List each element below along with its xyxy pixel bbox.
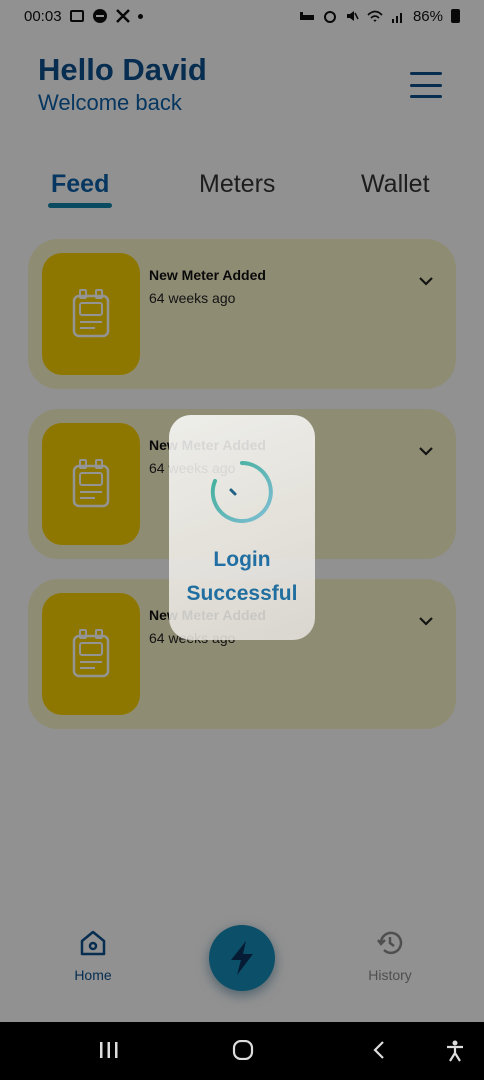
dialog-message: Login Successful — [169, 543, 315, 611]
login-success-dialog: Login Successful — [169, 415, 315, 640]
dialog-line-2: Successful — [186, 582, 298, 605]
loading-spinner-icon — [210, 461, 273, 523]
dialog-line-1: Login — [213, 548, 271, 571]
accessibility-icon[interactable] — [444, 1040, 466, 1062]
app-screen: 00:03 86% Hello David Welcome back Feed … — [0, 0, 484, 1022]
recent-apps-icon[interactable] — [98, 1040, 120, 1060]
system-nav-bar — [0, 1022, 484, 1080]
back-icon[interactable] — [371, 1040, 387, 1060]
home-system-icon[interactable] — [231, 1040, 255, 1060]
